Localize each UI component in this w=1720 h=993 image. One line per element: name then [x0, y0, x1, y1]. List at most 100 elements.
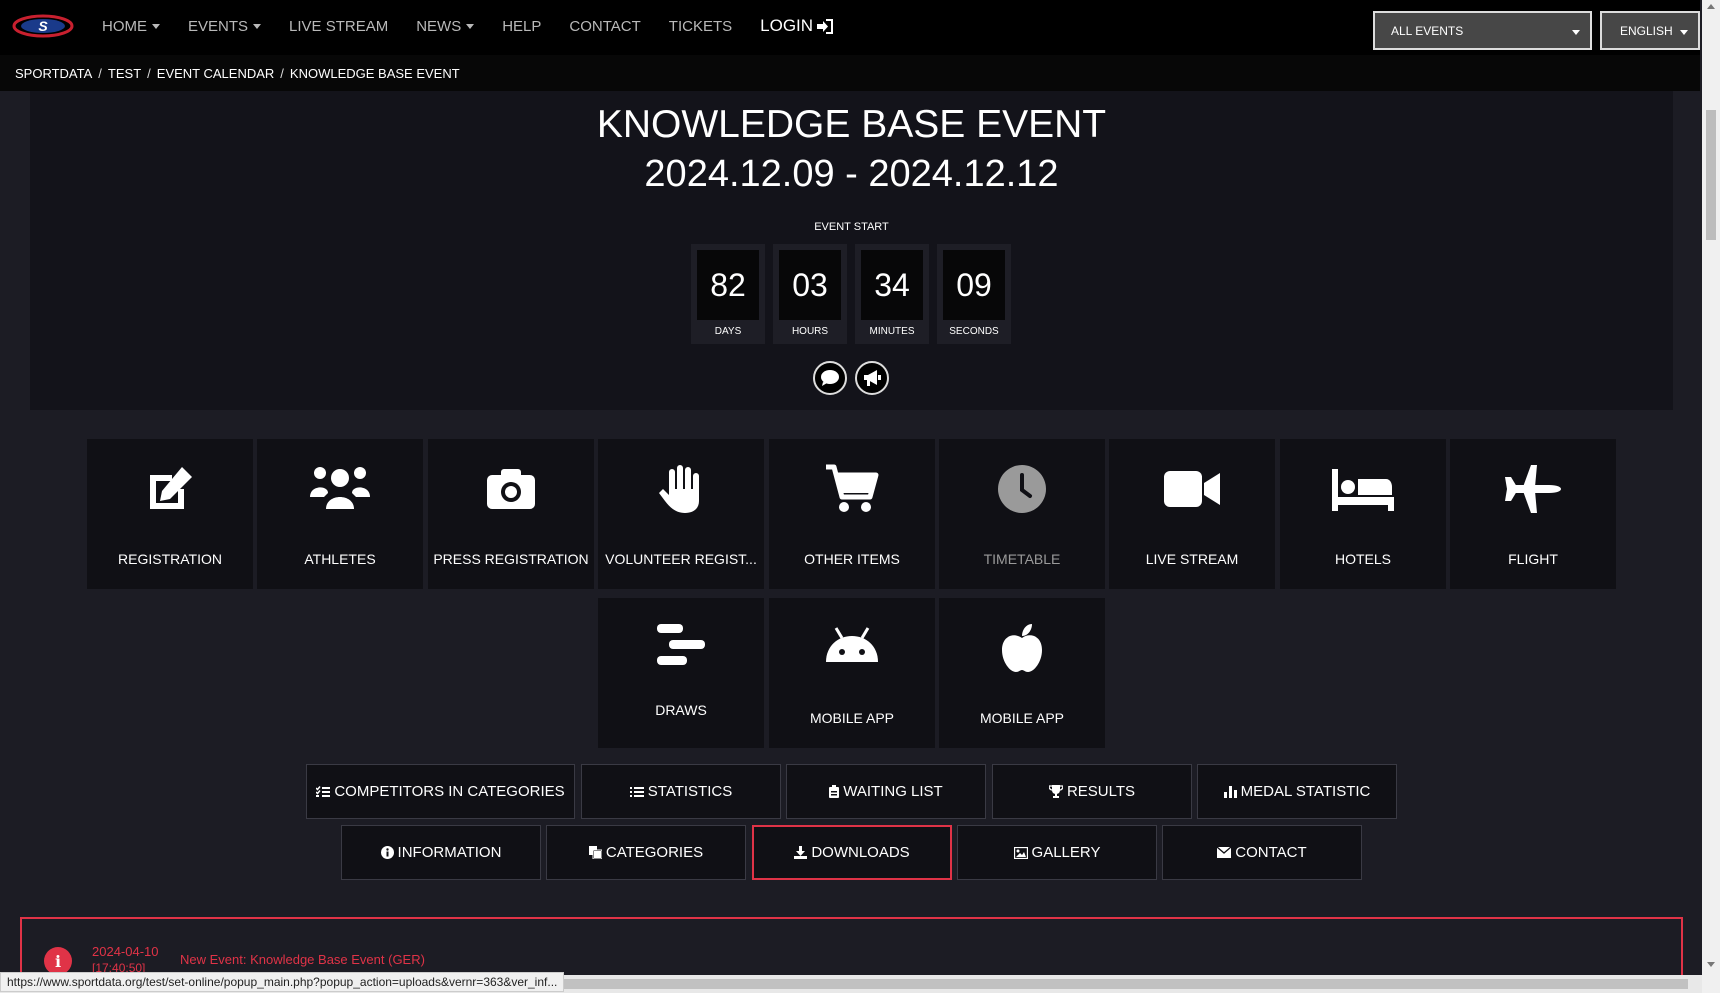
tile-flight[interactable]: FLIGHT [1450, 439, 1616, 589]
tile-timetable[interactable]: TIMETABLE [939, 439, 1105, 589]
clipboard-icon [829, 785, 840, 798]
tile-label: MOBILE APP [809, 710, 895, 726]
users-icon [310, 467, 370, 509]
button-label: CONTACT [1235, 844, 1307, 861]
tile-label: REGISTRATION [118, 551, 222, 567]
contact-button[interactable]: CONTACT [1162, 825, 1362, 880]
tile-label: TIMETABLE [983, 551, 1061, 567]
countdown-seconds: 09 SECONDS [937, 244, 1011, 344]
countdown-label: SECONDS [949, 326, 999, 337]
trophy-icon [1048, 785, 1063, 798]
tile-draws[interactable]: DRAWS [598, 598, 764, 748]
news-text[interactable]: New Event: Knowledge Base Event (GER) [180, 952, 425, 967]
nav-item-live-stream[interactable]: LIVE STREAM [275, 0, 402, 52]
android-icon [826, 627, 878, 662]
download-icon [794, 846, 808, 859]
competitors-in-categories-button[interactable]: COMPETITORS IN CATEGORIES [306, 764, 575, 819]
login-button[interactable]: LOGIN [746, 0, 847, 52]
categories-button[interactable]: CATEGORIES [546, 825, 746, 880]
info-icon [380, 846, 394, 859]
event-title: KNOWLEDGE BASE EVENT [596, 103, 1107, 146]
button-label: GALLERY [1031, 844, 1101, 861]
nav-item-label: TICKETS [668, 17, 733, 35]
tile-athletes[interactable]: ATHLETES [257, 439, 423, 589]
announcement-button[interactable] [855, 361, 889, 395]
tile-label: LIVE STREAM [1145, 551, 1239, 567]
statistics-button[interactable]: STATISTICS [581, 764, 781, 819]
breadcrumb-item[interactable]: SPORTDATA [15, 66, 92, 81]
nav-item-home[interactable]: HOME [88, 0, 174, 52]
event-hero: KNOWLEDGE BASE EVENT 2024.12.09 - 2024.1… [30, 91, 1673, 410]
list-check-icon [316, 785, 331, 797]
tile-label: ATHLETES [304, 551, 376, 567]
tile-label: OTHER ITEMS [804, 551, 900, 567]
scrollbar-thumb[interactable] [1706, 110, 1716, 240]
envelope-icon [1217, 847, 1232, 858]
breadcrumb-separator: / [98, 65, 102, 81]
events-select[interactable]: ALL EVENTS [1373, 11, 1592, 50]
countdown-hours: 03 HOURS [773, 244, 847, 344]
countdown-value: 82 [697, 250, 759, 320]
login-label: LOGIN [760, 16, 814, 35]
chat-button[interactable] [813, 361, 847, 395]
tile-press-registration[interactable]: PRESS REGISTRATION [428, 439, 594, 589]
events-select-value: ALL EVENTS [1391, 23, 1464, 38]
edit-icon [150, 467, 192, 509]
breadcrumb-item[interactable]: EVENT CALENDAR [157, 66, 275, 81]
countdown-label: MINUTES [869, 326, 915, 337]
apple-icon [1002, 624, 1042, 672]
nav-item-tickets[interactable]: TICKETS [655, 0, 746, 52]
tile-volunteer-registration[interactable]: VOLUNTEER REGIST... [598, 439, 764, 589]
top-navbar: S HOME EVENTS LIVE STREAM NEWS HELP CONTACT TI… [0, 0, 1700, 55]
tile-other-items[interactable]: OTHER ITEMS [769, 439, 935, 589]
tile-label: VOLUNTEER REGIST... [605, 551, 757, 567]
downloads-button[interactable]: DOWNLOADS [752, 825, 952, 880]
chevron-down-icon [466, 23, 475, 29]
gallery-button[interactable]: GALLERY [957, 825, 1157, 880]
nav-item-label: CONTACT [569, 17, 641, 35]
hero-action-icons [813, 361, 897, 395]
nav-item-label: LIVE STREAM [289, 17, 389, 35]
tile-live-stream[interactable]: LIVE STREAM [1109, 439, 1275, 589]
tile-hotels[interactable]: HOTELS [1280, 439, 1446, 589]
sportdata-logo-icon[interactable]: S [12, 13, 74, 39]
countdown-value: 09 [943, 250, 1005, 320]
scroll-up-icon[interactable] [1707, 4, 1715, 9]
tile-label: DRAWS [655, 702, 707, 718]
medal-statistic-button[interactable]: MEDAL STATISTIC [1197, 764, 1397, 819]
breadcrumb-item-current: KNOWLEDGE BASE EVENT [289, 65, 460, 81]
tile-label: PRESS REGISTRATION [433, 551, 589, 567]
camera-icon [487, 469, 535, 509]
vertical-scrollbar[interactable] [1702, 0, 1720, 993]
chevron-down-icon [1572, 30, 1580, 35]
breadcrumb-separator: / [147, 65, 151, 81]
status-bar-url: https://www.sportdata.org/test/set-onlin… [0, 972, 565, 992]
plane-icon [1505, 465, 1561, 513]
nav-item-contact[interactable]: CONTACT [555, 0, 654, 52]
waiting-list-button[interactable]: WAITING LIST [786, 764, 986, 819]
nav-item-help[interactable]: HELP [488, 0, 555, 52]
button-label: COMPETITORS IN CATEGORIES [334, 783, 565, 800]
tile-label: HOTELS [1334, 551, 1391, 567]
list-icon [629, 786, 644, 797]
nav-item-label: HELP [502, 17, 542, 35]
tile-mobile-app-android[interactable]: MOBILE APP [769, 598, 935, 748]
hand-icon [659, 465, 699, 513]
nav-item-label: HOME [102, 17, 147, 35]
tile-registration[interactable]: REGISTRATION [87, 439, 253, 589]
megaphone-icon [864, 370, 881, 386]
results-button[interactable]: RESULTS [992, 764, 1192, 819]
breadcrumb-item[interactable]: TEST [108, 66, 141, 81]
nav-item-events[interactable]: EVENTS [174, 0, 275, 52]
nav-item-news[interactable]: NEWS [402, 0, 488, 52]
countdown: 82 DAYS 03 HOURS 34 MINUTES 09 SECONDS [691, 244, 1019, 344]
sign-in-icon [817, 18, 834, 34]
breadcrumb-separator: / [280, 65, 284, 81]
information-button[interactable]: INFORMATION [341, 825, 541, 880]
cart-icon [826, 464, 879, 512]
clock-icon [998, 465, 1046, 513]
language-select[interactable]: ENGLISH [1600, 11, 1700, 50]
tile-label: FLIGHT [1508, 551, 1558, 567]
tile-mobile-app-apple[interactable]: MOBILE APP [939, 598, 1105, 748]
scroll-down-icon[interactable] [1707, 962, 1715, 967]
